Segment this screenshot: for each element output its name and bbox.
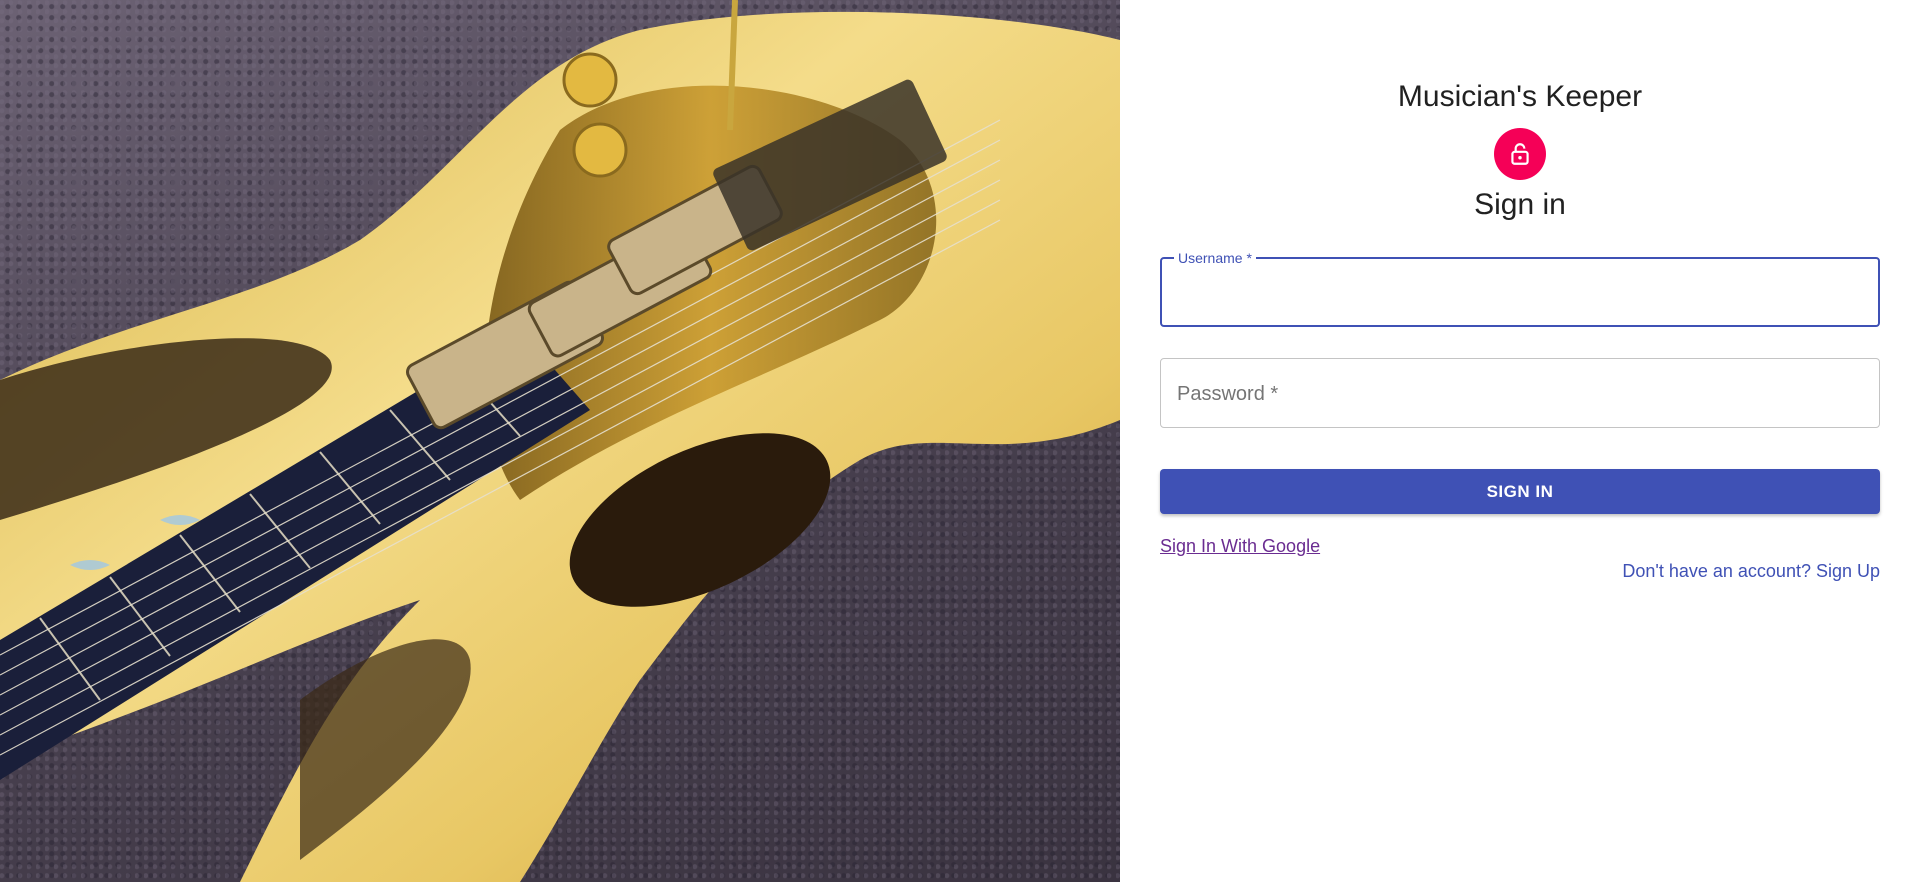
password-field[interactable]: Password * bbox=[1160, 358, 1880, 428]
guitar-illustration bbox=[0, 0, 1120, 882]
lock-icon bbox=[1511, 143, 1529, 165]
sign-in-heading: Sign in bbox=[1474, 188, 1566, 221]
google-sign-in-link[interactable]: Sign In With Google bbox=[1160, 536, 1320, 557]
username-label: Username * bbox=[1174, 250, 1256, 266]
app-title: Musician's Keeper bbox=[1397, 80, 1643, 113]
username-input[interactable] bbox=[1176, 271, 1870, 317]
password-input[interactable] bbox=[1175, 371, 1869, 417]
sign-in-button[interactable]: SIGN IN bbox=[1160, 469, 1880, 514]
sign-in-page: Musician's Keeper Sign in Username * Pas… bbox=[0, 0, 1920, 882]
sign-in-panel: Musician's Keeper Sign in Username * Pas… bbox=[1120, 0, 1920, 882]
username-field[interactable]: Username * bbox=[1160, 250, 1880, 327]
hero-image-guitar bbox=[0, 0, 1120, 882]
lock-avatar bbox=[1494, 128, 1546, 180]
sign-up-link[interactable]: Don't have an account? Sign Up bbox=[1622, 561, 1880, 582]
